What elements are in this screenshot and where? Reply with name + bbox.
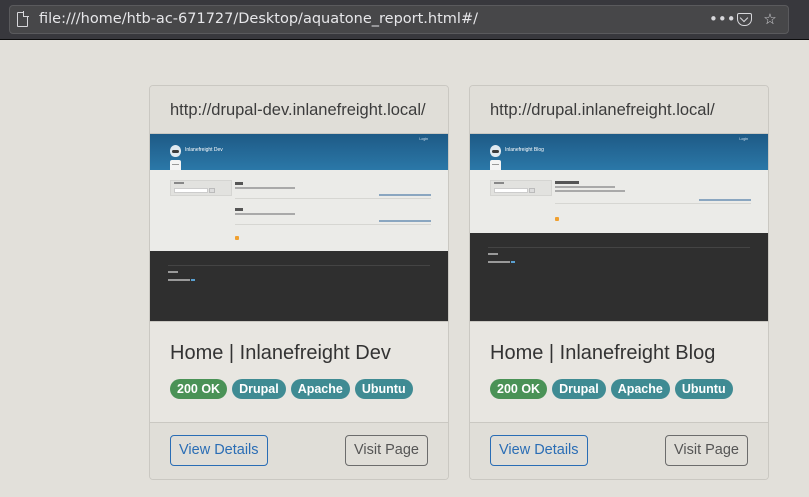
- address-url[interactable]: file:///home/htb-ac-671727/Desktop/aquat…: [39, 11, 478, 27]
- visit-page-button[interactable]: Visit Page: [344, 435, 428, 466]
- thumb-search-block: [490, 180, 552, 196]
- rss-icon: [555, 217, 559, 221]
- pocket-icon[interactable]: [737, 12, 752, 26]
- thumb-site-name: Inlanefreight Blog: [505, 147, 544, 153]
- thumb-home-tab: [170, 160, 181, 170]
- thumb-site-header: Inlanefreight Blog Login: [470, 134, 768, 170]
- tech-badge: Apache: [290, 379, 350, 399]
- tech-badge: Ubuntu: [354, 379, 413, 399]
- thumb-post: [235, 208, 431, 225]
- thumb-site-footer: [470, 233, 768, 321]
- tag-list: 200 OK Drupal Apache Ubuntu: [490, 379, 748, 399]
- thumb-login-link: Login: [739, 137, 748, 141]
- card-url: http://drupal-dev.inlanefreight.local/: [150, 86, 448, 134]
- thumb-post: [555, 181, 751, 204]
- visit-page-button[interactable]: Visit Page: [664, 435, 748, 466]
- card-footer: View Details Visit Page: [470, 422, 768, 479]
- card-body: Home | Inlanefreight Blog 200 OK Drupal …: [470, 322, 768, 422]
- address-bar[interactable]: file:///home/htb-ac-671727/Desktop/aquat…: [9, 5, 789, 34]
- more-icon[interactable]: •••: [709, 10, 736, 28]
- view-details-button[interactable]: View Details: [170, 435, 268, 466]
- screenshot-card: http://drupal-dev.inlanefreight.local/ I…: [149, 85, 449, 480]
- thumb-content: [150, 170, 448, 251]
- drupal-logo-icon: [490, 145, 501, 157]
- bookmark-star-icon[interactable]: ☆: [760, 10, 780, 28]
- thumb-login-link: Login: [419, 137, 428, 141]
- thumb-site-footer: [150, 251, 448, 321]
- card-body: Home | Inlanefreight Dev 200 OK Drupal A…: [150, 322, 448, 422]
- view-details-button[interactable]: View Details: [490, 435, 588, 466]
- tech-badge: Drupal: [232, 379, 286, 399]
- thumb-home-tab: [490, 160, 501, 170]
- thumb-site-header: Inlanefreight Dev Login: [150, 134, 448, 170]
- page-title: Home | Inlanefreight Dev: [170, 342, 391, 364]
- tech-badge: Apache: [610, 379, 670, 399]
- drupal-logo-icon: [170, 145, 181, 157]
- rss-icon: [235, 236, 239, 240]
- thumb-search-block: [170, 180, 232, 196]
- screenshot-card: http://drupal.inlanefreight.local/ Inlan…: [469, 85, 769, 480]
- browser-toolbar: file:///home/htb-ac-671727/Desktop/aquat…: [0, 0, 809, 40]
- page-screenshot[interactable]: Inlanefreight Blog Login: [470, 134, 768, 322]
- page-title: Home | Inlanefreight Blog: [490, 342, 716, 364]
- card-footer: View Details Visit Page: [150, 422, 448, 479]
- thumb-site-name: Inlanefreight Dev: [185, 147, 223, 153]
- tag-list: 200 OK Drupal Apache Ubuntu: [170, 379, 428, 399]
- page-screenshot[interactable]: Inlanefreight Dev Login: [150, 134, 448, 322]
- card-url: http://drupal.inlanefreight.local/: [470, 86, 768, 134]
- status-badge: 200 OK: [170, 379, 228, 399]
- thumb-content: [470, 170, 768, 233]
- page-document-icon: [17, 11, 29, 27]
- tech-badge: Ubuntu: [674, 379, 733, 399]
- tech-badge: Drupal: [552, 379, 606, 399]
- status-badge: 200 OK: [490, 379, 548, 399]
- thumb-post: [235, 182, 431, 199]
- address-bar-actions: ••• ☆: [709, 10, 780, 28]
